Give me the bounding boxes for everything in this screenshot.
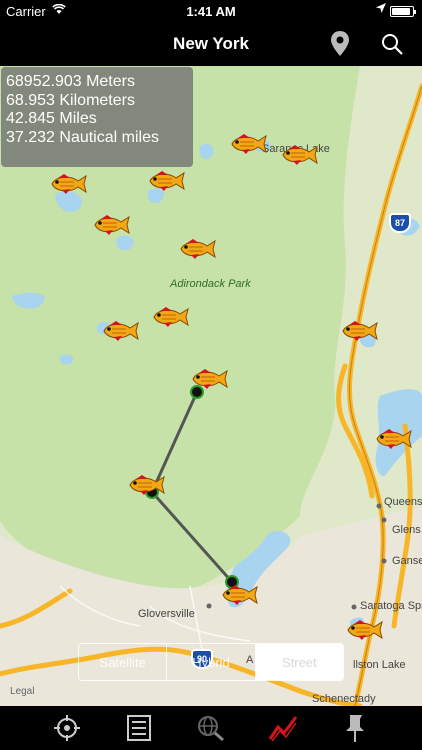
schenectady-label: Schenectady [312,693,376,705]
fish-marker[interactable] [177,238,217,260]
map-type-satellite[interactable]: Satellite [79,644,168,680]
queensbury-label: Queens [384,496,422,508]
fish-marker[interactable] [126,474,166,496]
pushpin-icon[interactable] [340,712,370,744]
fish-marker[interactable] [150,306,190,328]
interstate-87-shield: 87 [389,213,411,233]
fish-marker[interactable] [219,584,259,606]
globe-search-icon[interactable] [196,712,226,744]
gloversville-label: Gloversville [138,608,195,620]
status-bar: Carrier 1:41 AM [0,0,422,22]
gansevoort-label: Ganse [392,555,422,567]
fish-marker[interactable] [48,173,88,195]
legal-link[interactable]: Legal [10,686,34,697]
fish-marker[interactable] [344,619,384,641]
search-icon[interactable] [380,32,404,56]
battery-icon [390,6,416,17]
saratoga-springs-label: Saratoga Spr [360,600,422,612]
distance-nautical-miles: 37.232 Nautical miles [6,128,159,146]
distance-miles: 42.845 Miles [6,110,97,127]
map-type-hybrid[interactable]: Hybrid [167,644,256,680]
distance-kilometers: 68.953 Kilometers [6,91,135,109]
tab-bar [0,706,422,750]
pin-icon[interactable] [328,30,352,58]
fish-marker[interactable] [91,214,131,236]
status-time: 1:41 AM [186,4,236,19]
page-title: New York [173,34,249,53]
fish-marker[interactable] [189,368,229,390]
battery-fill [392,8,410,15]
distance-meters: 68952.903 Meters [6,73,135,90]
list-icon[interactable] [124,712,154,744]
glens-falls-label: Glens [392,524,421,536]
fish-marker[interactable] [279,144,319,166]
navigation-bar: New York [0,22,422,66]
map-type-street[interactable]: Street [255,644,343,680]
measure-icon[interactable] [268,712,298,744]
map-view[interactable]: 68952.903 Meters 68.953 Kilometers 42.84… [0,66,422,706]
fish-marker[interactable] [228,133,268,155]
fish-marker[interactable] [373,428,413,450]
fish-marker[interactable] [146,170,186,192]
fish-marker[interactable] [100,320,140,342]
map-type-control[interactable]: Satellite Hybrid Street [78,643,344,681]
ballston-lake-label: llston Lake [353,659,406,671]
distance-panel: 68952.903 Meters 68.953 Kilometers 42.84… [1,67,193,167]
park-label: Adirondack Park [170,278,251,290]
fish-marker[interactable] [339,320,379,342]
location-arrow-icon [376,3,386,13]
locate-icon[interactable] [52,712,82,744]
